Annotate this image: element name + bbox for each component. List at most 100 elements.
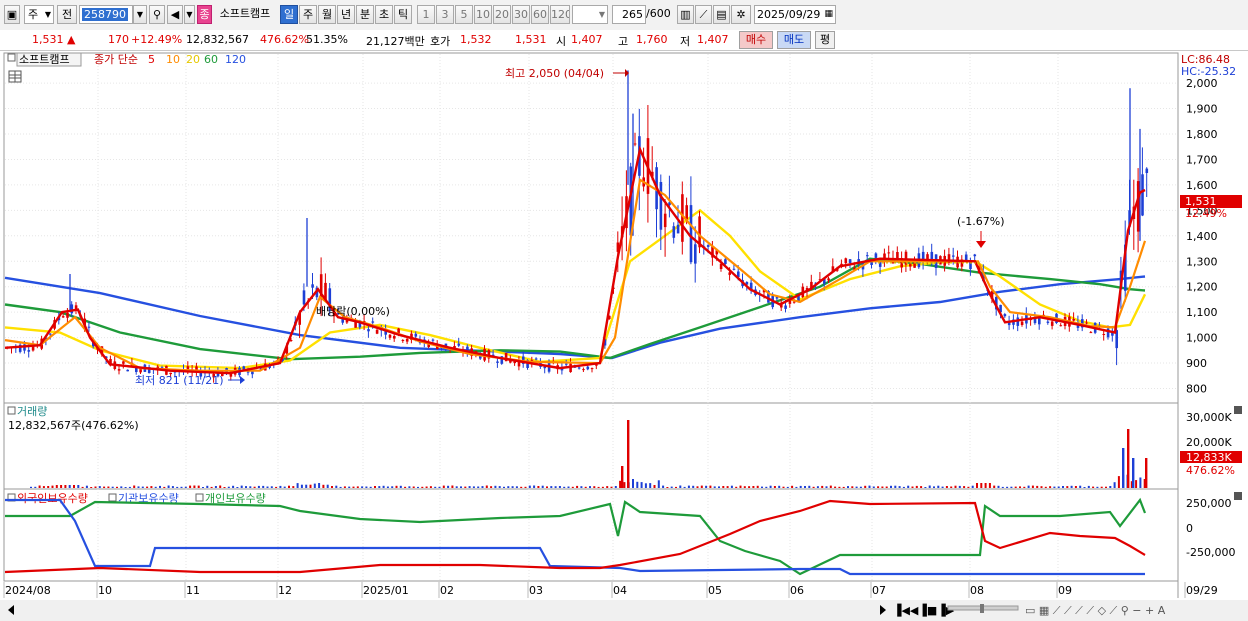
candle-body xyxy=(496,361,499,363)
interval-custom-select[interactable]: ▼ xyxy=(572,5,608,24)
first-page-icon[interactable]: ▐◀◀▐■▐▶ xyxy=(893,603,955,617)
save-icon[interactable]: ▤ xyxy=(713,5,730,24)
window-icon[interactable]: ▣ xyxy=(4,5,20,24)
volume-bar xyxy=(348,486,351,488)
search-icon[interactable]: ⚲ xyxy=(149,5,165,24)
volume-bar xyxy=(374,486,376,488)
volume-bar xyxy=(1083,487,1086,488)
period-month-button[interactable]: 월 xyxy=(318,5,336,24)
chevron-down-icon[interactable]: ▼ xyxy=(133,5,147,24)
volume-bar xyxy=(283,486,286,488)
chevron-down-icon[interactable]: ▼ xyxy=(184,5,195,24)
period-minute-button[interactable]: 분 xyxy=(356,5,374,24)
period-select[interactable]: 주 ▼ xyxy=(24,5,54,24)
period-week-button[interactable]: 주 xyxy=(299,5,317,24)
volume-bar xyxy=(1105,486,1107,488)
toolbar-icons[interactable]: ▭ ▦ ⟋ ⟋ ⟋ ⟋ ◇ ⟋ ⚲ − + A xyxy=(1025,604,1166,617)
volume-bar xyxy=(894,485,897,488)
date-input[interactable]: 2025/09/29 ▦ xyxy=(754,5,836,24)
volume-bar-spike xyxy=(1127,429,1130,488)
volume-bar xyxy=(1010,486,1013,488)
interval-60-button[interactable]: 60 xyxy=(531,5,549,24)
interval-10-button[interactable]: 10 xyxy=(474,5,492,24)
volume-bar xyxy=(1053,486,1056,488)
volume-bar xyxy=(541,485,544,488)
volume-bar xyxy=(395,485,398,488)
volume-bar xyxy=(322,484,325,488)
volume-bar xyxy=(791,485,794,488)
volume-bar xyxy=(812,486,815,488)
volume-bar xyxy=(679,485,682,488)
interval-20-button[interactable]: 20 xyxy=(493,5,511,24)
period-second-button[interactable]: 초 xyxy=(375,5,393,24)
interval-120-button[interactable]: 120 xyxy=(550,5,570,24)
candle-body xyxy=(1038,317,1041,325)
volume-bar xyxy=(705,485,708,488)
volume-bar xyxy=(189,485,192,488)
volume-bar xyxy=(554,486,557,488)
turnover-ratio: 51.35% xyxy=(306,33,348,46)
volume-bar xyxy=(47,486,50,488)
gear-icon[interactable]: ✲ xyxy=(731,5,751,24)
volume-bar xyxy=(30,486,32,488)
data-count-input[interactable]: 265 xyxy=(612,5,646,24)
period-day-button[interactable]: 일 xyxy=(280,5,298,24)
volume-bar xyxy=(623,482,626,488)
mode-prev-button[interactable]: 전 xyxy=(57,5,77,24)
volume-bar xyxy=(550,486,553,488)
volume-bar xyxy=(300,484,303,488)
period-year-button[interactable]: 년 xyxy=(337,5,355,24)
sell-button[interactable]: 매도 xyxy=(777,31,811,49)
candle-body xyxy=(827,278,830,281)
interval-1-button[interactable]: 1 xyxy=(417,5,435,24)
candle-body xyxy=(405,338,409,342)
current-price: 1,531 xyxy=(32,33,64,46)
volume-bar xyxy=(885,486,888,488)
volume-bar xyxy=(799,485,802,488)
volume-bar xyxy=(296,483,299,488)
volume-bar xyxy=(589,486,591,488)
stock-code-input[interactable]: 258790 xyxy=(79,5,133,24)
eval-button[interactable]: 평 xyxy=(815,31,835,49)
volume-bar xyxy=(227,486,230,488)
buy-button[interactable]: 매수 xyxy=(739,31,773,49)
period-tick-button[interactable]: 틱 xyxy=(394,5,412,24)
volume-bar xyxy=(128,486,131,488)
volume-bar xyxy=(976,483,978,488)
volume-bar xyxy=(472,486,475,488)
volume-bar xyxy=(1079,485,1082,488)
interval-30-button[interactable]: 30 xyxy=(512,5,530,24)
candle-icon[interactable]: ▥ xyxy=(677,5,694,24)
volume-bar xyxy=(1100,486,1103,488)
interval-5-button[interactable]: 5 xyxy=(455,5,473,24)
volume-bar xyxy=(412,486,415,488)
volume-bar xyxy=(339,486,342,488)
volume-bar xyxy=(515,486,518,488)
trade-amount: 21,127백만 xyxy=(366,35,425,48)
candle-body xyxy=(49,333,52,335)
holding-legend-icon xyxy=(108,493,117,502)
scrollbar[interactable]: ▐◀◀▐■▐▶ ▭ ▦ ⟋ ⟋ ⟋ ⟋ ◇ ⟋ ⚲ − + A xyxy=(0,600,1248,621)
chart-area[interactable]: 소프트캠프 종가 단순 5 10 20 60 120 최고 2,050 (04/… xyxy=(0,51,1248,621)
volume-bar xyxy=(180,486,183,488)
volume-bar xyxy=(511,486,514,488)
volume-bar xyxy=(464,486,467,488)
volume-bar xyxy=(898,486,901,488)
candle-body xyxy=(1050,321,1054,326)
volume-bar xyxy=(675,486,677,488)
price-tick-label: 900 xyxy=(1186,357,1207,370)
volume-bar xyxy=(954,485,957,488)
holding-close-icon[interactable] xyxy=(1234,492,1242,500)
volume-bar xyxy=(451,485,454,488)
volume-bar xyxy=(184,486,187,488)
speaker-icon[interactable]: ◀ xyxy=(167,5,183,24)
volume-bar xyxy=(399,485,402,488)
volume-bar xyxy=(580,486,583,488)
zoom-slider-thumb[interactable] xyxy=(980,604,984,613)
volume-close-icon[interactable] xyxy=(1234,406,1242,414)
volume-bar xyxy=(859,486,862,488)
interval-3-button[interactable]: 3 xyxy=(436,5,454,24)
volume-bar xyxy=(778,485,781,488)
volume-bar xyxy=(1070,485,1073,488)
trendline-icon[interactable]: ⟋ xyxy=(695,5,712,24)
